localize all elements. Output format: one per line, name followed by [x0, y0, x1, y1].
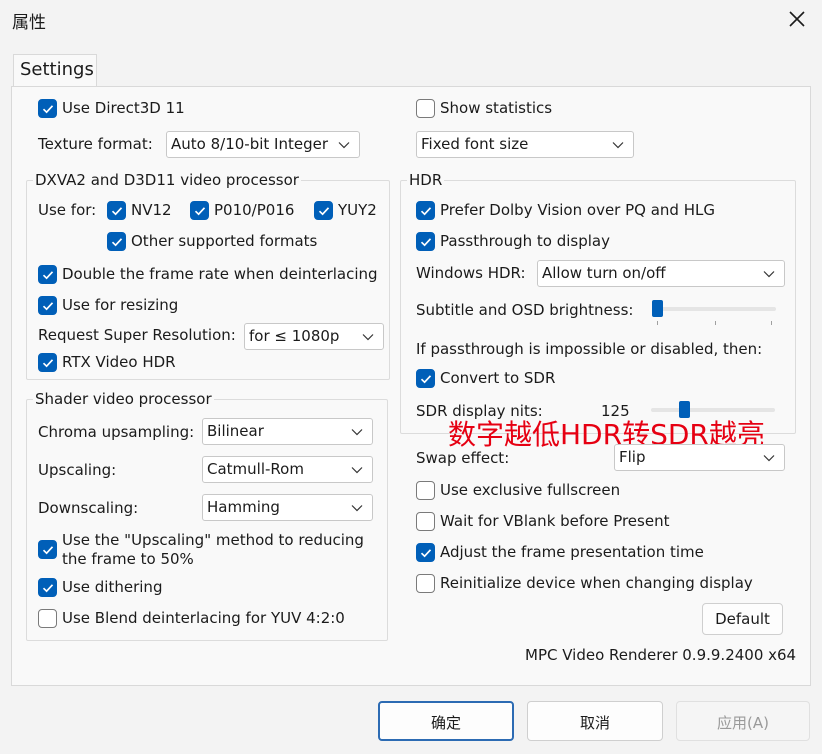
- dithering-checkbox[interactable]: [38, 578, 57, 597]
- chroma-value: Bilinear: [207, 422, 264, 440]
- double-frame-rate-label: Double the frame rate when deinterlacing: [62, 265, 378, 283]
- prefer-dolby-checkbox[interactable]: [416, 201, 435, 220]
- p010-label: P010/P016: [214, 201, 295, 219]
- upscaling-label: Upscaling:: [38, 461, 117, 479]
- if-impossible-text: If passthrough is impossible or disabled…: [416, 340, 763, 358]
- rtx-hdr-checkbox[interactable]: [38, 353, 57, 372]
- use-upscaling-method-line1: Use the "Upscaling" method to reducing: [62, 531, 364, 549]
- chroma-label: Chroma upsampling:: [38, 423, 195, 441]
- font-size-value: Fixed font size: [421, 135, 529, 153]
- font-size-select[interactable]: Fixed font size: [416, 131, 634, 158]
- texture-format-label: Texture format:: [38, 135, 153, 153]
- super-res-label: Request Super Resolution:: [38, 326, 236, 344]
- windows-hdr-label: Windows HDR:: [416, 264, 526, 282]
- super-res-value: for ≤ 1080p: [249, 327, 340, 345]
- dxva-group-title: DXVA2 and D3D11 video processor: [33, 171, 301, 189]
- reinit-device-label: Reinitialize device when changing displa…: [440, 574, 753, 592]
- shader-group-title: Shader video processor: [33, 390, 214, 408]
- chevron-down-icon: [362, 334, 374, 341]
- use-for-resizing-label: Use for resizing: [62, 296, 179, 314]
- slider-tick: [771, 321, 772, 325]
- passthrough-label: Passthrough to display: [440, 232, 610, 250]
- wait-vblank-label: Wait for VBlank before Present: [440, 512, 670, 530]
- version-text: MPC Video Renderer 0.9.9.2400 x64: [525, 646, 797, 664]
- nv12-checkbox[interactable]: [107, 201, 126, 220]
- exclusive-fullscreen-label: Use exclusive fullscreen: [440, 481, 621, 499]
- subtitle-brightness-thumb[interactable]: [652, 300, 663, 317]
- use-for-resizing-checkbox[interactable]: [38, 296, 57, 315]
- chevron-down-icon: [338, 142, 350, 149]
- yuy2-checkbox[interactable]: [314, 201, 333, 220]
- close-button[interactable]: [786, 8, 808, 30]
- swap-effect-select[interactable]: Flip: [614, 444, 785, 471]
- cancel-button[interactable]: 取消: [527, 701, 663, 741]
- slider-tick: [657, 321, 658, 325]
- ok-button[interactable]: 确定: [378, 701, 514, 741]
- dithering-label: Use dithering: [62, 578, 163, 596]
- use-upscaling-method-line2: the frame to 50%: [62, 550, 194, 568]
- other-formats-checkbox[interactable]: [107, 232, 126, 251]
- swap-effect-value: Flip: [619, 448, 646, 466]
- use-for-label: Use for:: [38, 201, 97, 219]
- upscaling-select[interactable]: Catmull-Rom: [202, 456, 373, 483]
- upscaling-value: Catmull-Rom: [207, 460, 304, 478]
- p010-checkbox[interactable]: [190, 201, 209, 220]
- use-d3d11-checkbox[interactable]: [38, 99, 57, 118]
- blend-deinterlace-checkbox[interactable]: [38, 609, 57, 628]
- downscaling-value: Hamming: [207, 498, 280, 516]
- nv12-label: NV12: [131, 201, 172, 219]
- use-d3d11-label: Use Direct3D 11: [62, 99, 185, 117]
- chevron-down-icon: [763, 271, 775, 278]
- sdr-nits-slider[interactable]: [651, 408, 775, 412]
- chevron-down-icon: [351, 505, 363, 512]
- adjust-frame-checkbox[interactable]: [416, 543, 435, 562]
- downscaling-select[interactable]: Hamming: [202, 494, 373, 521]
- chroma-select[interactable]: Bilinear: [202, 418, 373, 445]
- tab-settings[interactable]: Settings: [13, 54, 97, 87]
- default-button[interactable]: Default: [702, 603, 783, 635]
- window-title: 属性: [12, 13, 46, 33]
- show-statistics-checkbox[interactable]: [416, 99, 435, 118]
- chevron-down-icon: [612, 142, 624, 149]
- hdr-group-title: HDR: [407, 171, 445, 189]
- double-frame-rate-checkbox[interactable]: [38, 265, 57, 284]
- adjust-frame-label: Adjust the frame presentation time: [440, 543, 704, 561]
- prefer-dolby-label: Prefer Dolby Vision over PQ and HLG: [440, 201, 715, 219]
- reinit-device-checkbox[interactable]: [416, 574, 435, 593]
- exclusive-fullscreen-checkbox[interactable]: [416, 481, 435, 500]
- apply-button[interactable]: 应用(A): [676, 701, 810, 741]
- downscaling-label: Downscaling:: [38, 499, 139, 517]
- swap-effect-label: Swap effect:: [416, 449, 510, 467]
- rtx-hdr-label: RTX Video HDR: [62, 353, 176, 371]
- use-upscaling-method-checkbox[interactable]: [38, 540, 57, 559]
- blend-deinterlace-label: Use Blend deinterlacing for YUV 4:2:0: [62, 609, 345, 627]
- texture-format-value: Auto 8/10-bit Integer: [171, 135, 328, 153]
- slider-tick: [715, 321, 716, 325]
- chevron-down-icon: [763, 455, 775, 462]
- close-icon: [789, 11, 805, 27]
- other-formats-label: Other supported formats: [131, 232, 318, 250]
- convert-sdr-label: Convert to SDR: [440, 369, 556, 387]
- chevron-down-icon: [351, 429, 363, 436]
- show-statistics-label: Show statistics: [440, 99, 553, 117]
- subtitle-brightness-slider[interactable]: [652, 307, 776, 311]
- wait-vblank-checkbox[interactable]: [416, 512, 435, 531]
- super-res-select[interactable]: for ≤ 1080p: [244, 323, 384, 350]
- convert-sdr-checkbox[interactable]: [416, 369, 435, 388]
- chevron-down-icon: [351, 467, 363, 474]
- windows-hdr-value: Allow turn on/off: [542, 264, 666, 282]
- subtitle-brightness-label: Subtitle and OSD brightness:: [416, 301, 634, 319]
- yuy2-label: YUY2: [338, 201, 377, 219]
- texture-format-select[interactable]: Auto 8/10-bit Integer: [166, 131, 360, 158]
- windows-hdr-select[interactable]: Allow turn on/off: [537, 260, 785, 287]
- passthrough-checkbox[interactable]: [416, 232, 435, 251]
- use-upscaling-method-label: Use the "Upscaling" method to reducing t…: [62, 531, 364, 569]
